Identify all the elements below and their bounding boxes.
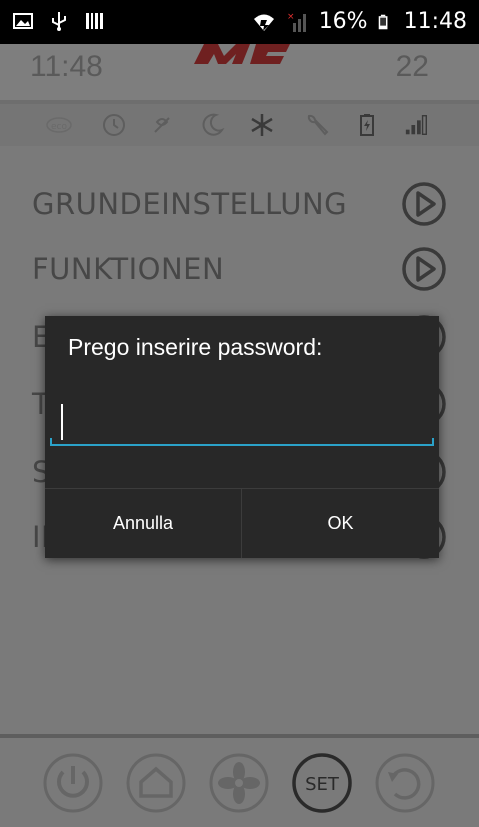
header-temperature: 22 bbox=[395, 50, 429, 83]
menu-item-label: FUNKTIONEN bbox=[32, 252, 225, 286]
ok-button[interactable]: OK bbox=[242, 489, 439, 558]
barcode-icon bbox=[86, 13, 103, 29]
menu-item-label: GRUNDEINSTELLUNG bbox=[32, 187, 348, 221]
input-underline bbox=[50, 444, 434, 446]
signal-icon: × bbox=[287, 12, 306, 32]
moon-icon bbox=[200, 112, 226, 138]
eco-icon: eco bbox=[46, 112, 72, 138]
app-header: 11:48 22 bbox=[0, 44, 479, 102]
svg-text:eco: eco bbox=[51, 122, 67, 132]
set-button[interactable]: SET bbox=[291, 752, 353, 814]
image-icon bbox=[13, 13, 33, 29]
header-time: 11:48 bbox=[30, 50, 103, 83]
clock-time: 11:48 bbox=[403, 9, 467, 34]
play-circle-icon bbox=[402, 247, 446, 291]
signal-bars-icon bbox=[404, 112, 430, 138]
cancel-button[interactable]: Annulla bbox=[45, 489, 241, 558]
status-icon-bar: eco bbox=[0, 104, 479, 146]
fan-icon[interactable] bbox=[208, 752, 270, 814]
snowflake-icon bbox=[249, 112, 275, 138]
brand-logo bbox=[194, 44, 290, 64]
no-fan-icon bbox=[149, 112, 175, 138]
wrench-icon bbox=[305, 112, 331, 138]
battery-charge-icon bbox=[354, 112, 380, 138]
battery-icon bbox=[378, 14, 388, 30]
refresh-icon[interactable] bbox=[374, 752, 436, 814]
battery-percent: 16% bbox=[318, 9, 368, 34]
wifi-icon bbox=[253, 14, 274, 31]
menu-item-funktionen[interactable]: FUNKTIONEN bbox=[0, 240, 479, 304]
menu-item-grundeinstellung[interactable]: GRUNDEINSTELLUNG bbox=[0, 175, 479, 239]
set-label: SET bbox=[305, 774, 340, 795]
clock-icon bbox=[101, 112, 127, 138]
power-icon[interactable] bbox=[42, 752, 104, 814]
bottom-nav: SET bbox=[0, 738, 479, 827]
usb-icon bbox=[52, 12, 66, 31]
status-bar: × 16% 11:48 bbox=[0, 0, 479, 44]
svg-text:×: × bbox=[287, 12, 295, 22]
dialog-title: Prego inserire password: bbox=[68, 334, 323, 360]
text-cursor bbox=[61, 404, 63, 440]
input-underline-right bbox=[432, 438, 434, 446]
home-icon[interactable] bbox=[125, 752, 187, 814]
password-input[interactable] bbox=[50, 396, 434, 446]
play-circle-icon bbox=[402, 182, 446, 226]
password-dialog: Prego inserire password: Annulla OK bbox=[45, 316, 439, 558]
